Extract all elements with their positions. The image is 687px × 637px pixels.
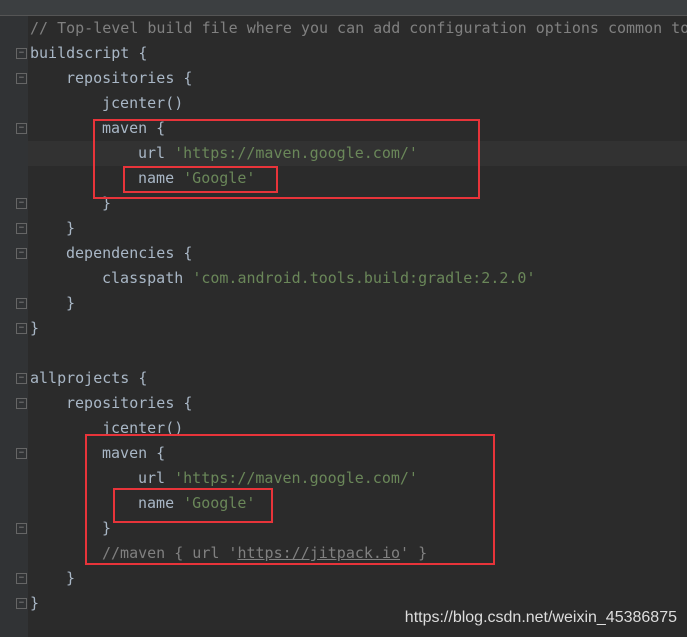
code-line[interactable]: } <box>66 566 75 591</box>
code-token: 'com.android.tools.build:gradle:2.2.0' <box>192 269 536 287</box>
highlight-box-buildscript-name <box>123 166 278 193</box>
code-line[interactable]: jcenter() <box>102 91 183 116</box>
code-token: } <box>30 319 40 337</box>
fold-collapse-icon[interactable]: − <box>16 373 27 384</box>
fold-collapse-icon[interactable]: − <box>16 248 27 259</box>
code-line[interactable]: repositories { <box>66 66 192 91</box>
code-line[interactable]: dependencies { <box>66 241 192 266</box>
code-line[interactable]: } <box>66 216 75 241</box>
watermark: https://blog.csdn.net/weixin_45386875 <box>404 609 677 626</box>
code-line[interactable]: // Top-level build file where you can ad… <box>30 16 687 41</box>
fold-collapse-icon[interactable]: − <box>16 48 27 59</box>
code-token: } <box>66 219 76 237</box>
code-token: classpath <box>102 269 193 287</box>
fold-collapse-icon[interactable]: − <box>16 73 27 84</box>
fold-end-icon[interactable]: − <box>16 298 27 309</box>
fold-end-icon[interactable]: − <box>16 223 27 234</box>
code-token: repositories { <box>66 69 193 87</box>
code-token: } <box>66 294 76 312</box>
editor-tab-bar <box>0 0 687 16</box>
code-line[interactable]: classpath 'com.android.tools.build:gradl… <box>102 266 535 291</box>
code-token: allprojects { <box>30 369 148 387</box>
code-token: dependencies { <box>66 244 193 262</box>
code-token: } <box>30 594 40 612</box>
code-line[interactable]: } <box>30 591 39 616</box>
code-token: // Top-level build file where you can ad… <box>30 19 687 37</box>
fold-end-icon[interactable]: − <box>16 323 27 334</box>
code-token: buildscript { <box>30 44 148 62</box>
code-line[interactable]: repositories { <box>66 391 192 416</box>
highlight-box-allprojects-name <box>113 488 273 523</box>
fold-end-icon[interactable]: − <box>16 598 27 609</box>
code-line[interactable]: } <box>30 316 39 341</box>
fold-collapse-icon[interactable]: − <box>16 448 27 459</box>
code-token: jcenter() <box>102 94 184 112</box>
code-line[interactable]: } <box>66 291 75 316</box>
fold-end-icon[interactable]: − <box>16 198 27 209</box>
fold-end-icon[interactable]: − <box>16 573 27 584</box>
fold-collapse-icon[interactable]: − <box>16 123 27 134</box>
code-line[interactable]: buildscript { <box>30 41 147 66</box>
fold-collapse-icon[interactable]: − <box>16 398 27 409</box>
code-token: } <box>66 569 76 587</box>
code-line[interactable]: allprojects { <box>30 366 147 391</box>
fold-end-icon[interactable]: − <box>16 523 27 534</box>
code-token: repositories { <box>66 394 193 412</box>
